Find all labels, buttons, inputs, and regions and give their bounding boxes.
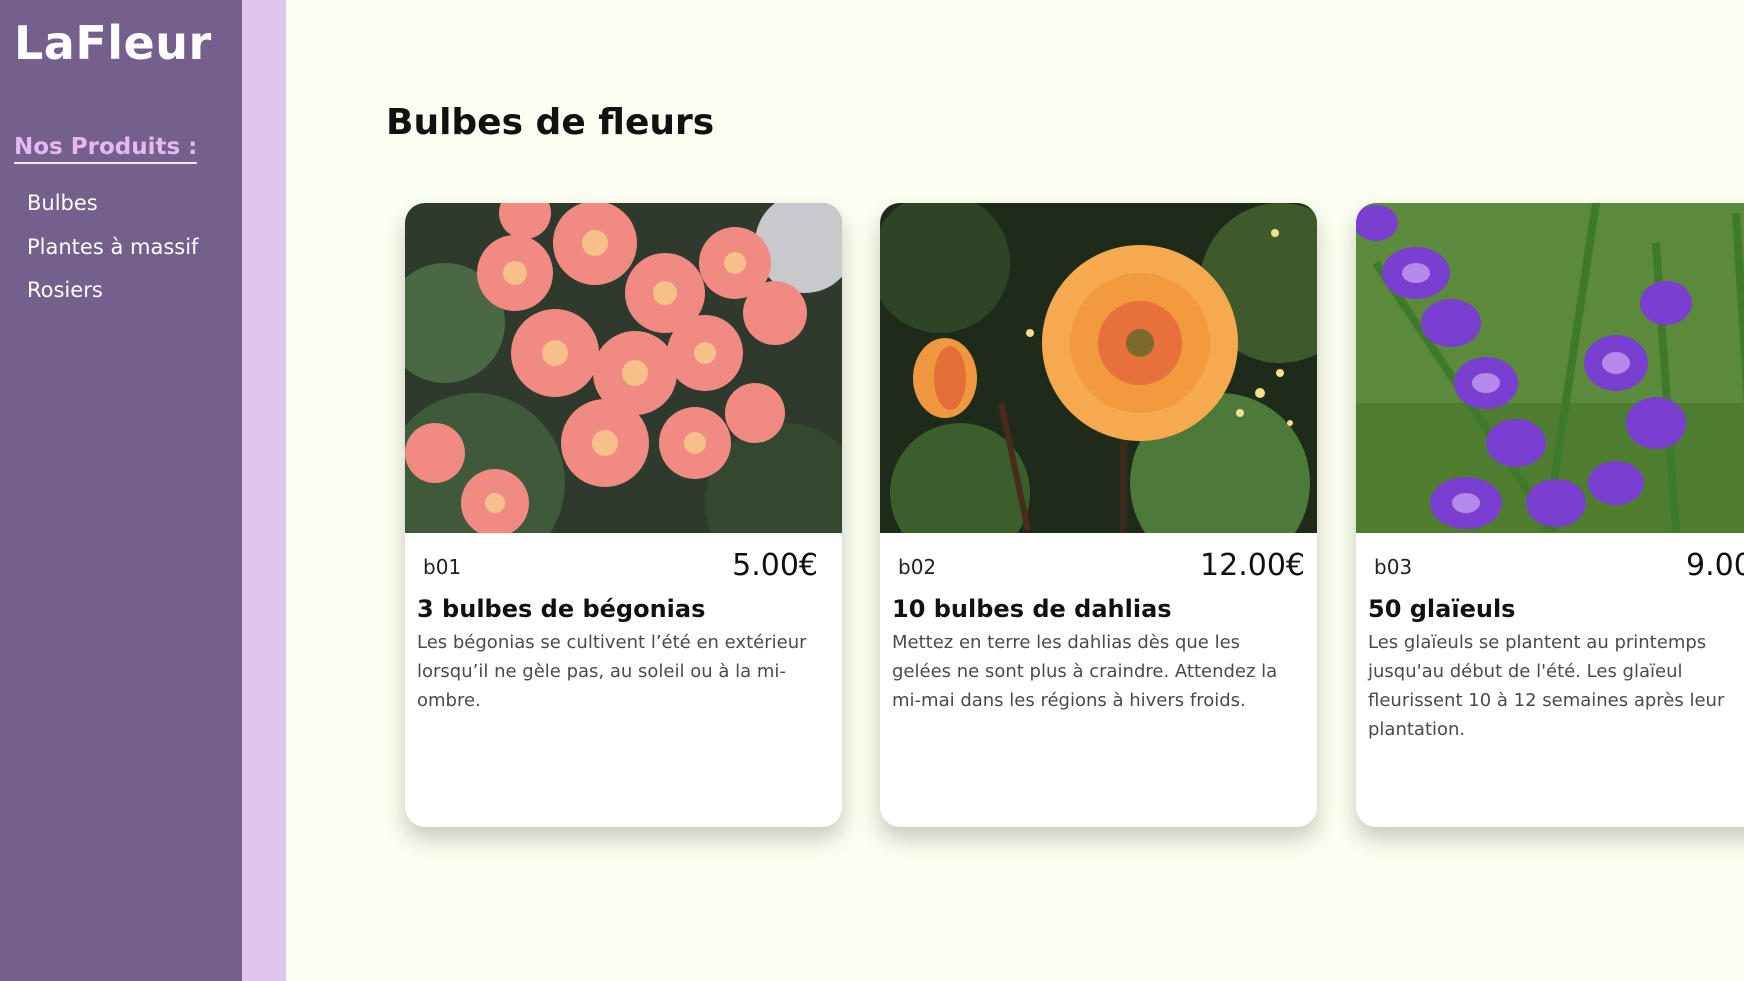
product-ref: b03	[1374, 555, 1413, 579]
app: LaFleur Nos Produits : Bulbes Plantes à …	[0, 0, 1744, 981]
product-card[interactable]: b01 5.00€ 3 bulbes de bégonias Les bégon…	[405, 203, 842, 827]
product-name: 3 bulbes de bégonias	[417, 595, 706, 623]
product-price: 12.00€	[1200, 548, 1305, 583]
begonia-photo	[405, 203, 842, 533]
product-description: Les glaïeuls se plantent au printemps ju…	[1368, 632, 1725, 740]
product-name: 10 bulbes de dahlias	[892, 595, 1172, 623]
product-name: 50 glaïeuls	[1368, 595, 1516, 623]
sidebar-item-plantes-a-massif[interactable]: Plantes à massif	[27, 233, 198, 277]
product-ref: b01	[423, 555, 462, 579]
sidebar: LaFleur Nos Produits : Bulbes Plantes à …	[0, 0, 242, 981]
product-description: Mettez en terre les dahlias dès que les …	[892, 632, 1278, 711]
product-description: Les bégonias se cultivent l’été en extér…	[417, 632, 807, 711]
product-price: 9.00€	[1686, 548, 1744, 583]
sidebar-item-bulbes[interactable]: Bulbes	[27, 189, 198, 233]
product-card[interactable]: b02 12.00€ 10 bulbes de dahlias Mettez e…	[880, 203, 1317, 827]
logo[interactable]: LaFleur	[14, 16, 212, 70]
product-price: 5.00€	[732, 548, 818, 583]
sidebar-item-rosiers[interactable]: Rosiers	[27, 276, 198, 320]
product-ref: b02	[898, 555, 937, 579]
page-title: Bulbes de fleurs	[386, 102, 715, 143]
sidebar-accent-strip	[242, 0, 286, 981]
product-card[interactable]: b03 9.00€ 50 glaïeuls Les glaïeuls se pl…	[1356, 203, 1744, 827]
dahlia-photo	[880, 203, 1317, 533]
products-section-title: Nos Produits :	[14, 134, 198, 164]
gladiolus-photo	[1356, 203, 1744, 533]
sidebar-nav: Bulbes Plantes à massif Rosiers	[27, 189, 198, 320]
